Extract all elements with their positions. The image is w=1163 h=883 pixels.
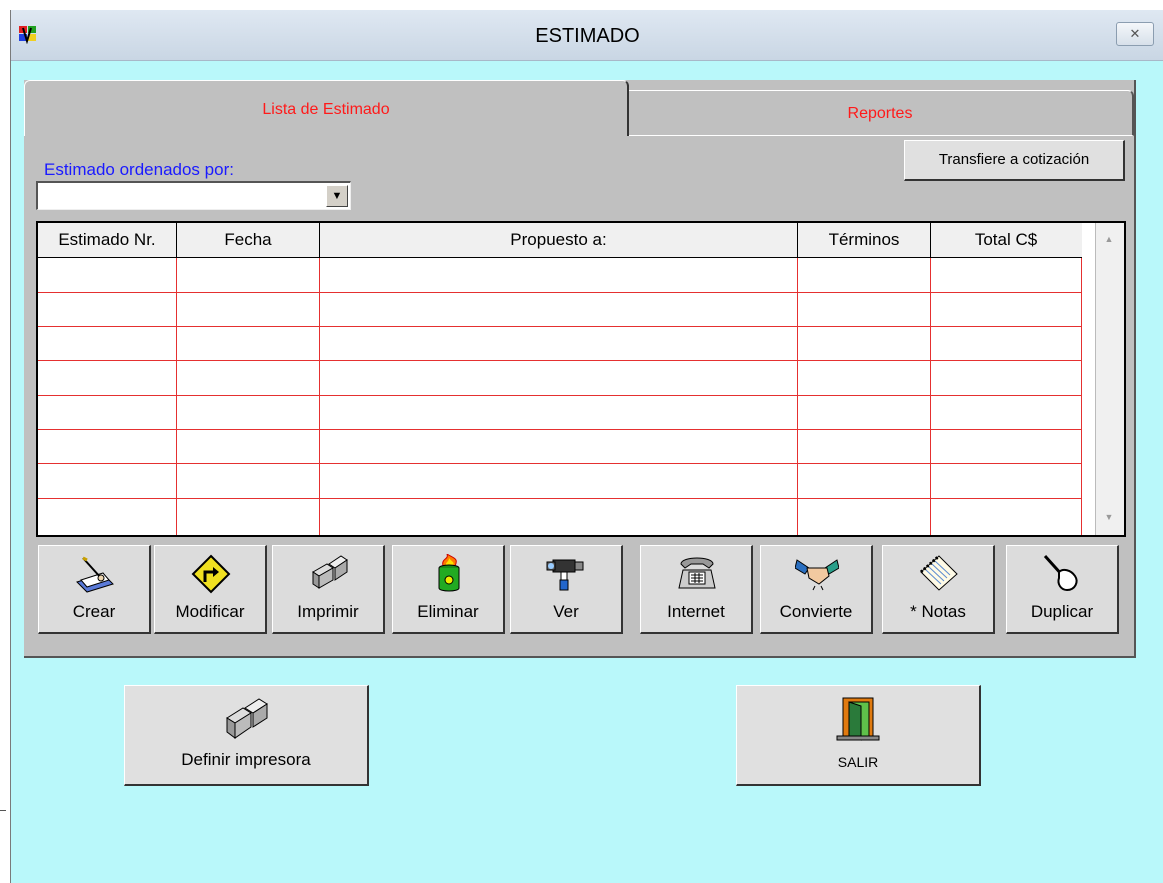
exit-door-icon — [836, 697, 880, 741]
tab-label: Reportes — [847, 105, 913, 122]
estimates-table[interactable]: Estimado Nr. Fecha Propuesto a: Términos… — [36, 221, 1126, 537]
button-label: Modificar — [175, 602, 245, 621]
notebook-icon — [920, 554, 958, 591]
scroll-down-icon[interactable]: ▼ — [1101, 509, 1117, 525]
table-row[interactable] — [38, 292, 1082, 293]
chevron-down-icon[interactable]: ▼ — [326, 185, 348, 207]
table-row[interactable] — [38, 395, 1082, 396]
button-label: Crear — [72, 602, 116, 621]
table-header: Estimado Nr. Fecha Propuesto a: Términos… — [38, 223, 1082, 258]
column-header-terminos[interactable]: Términos — [798, 223, 931, 257]
handshake-icon — [795, 559, 839, 591]
scroll-up-icon[interactable]: ▲ — [1101, 231, 1117, 247]
column-divider — [319, 258, 320, 535]
printer-icon — [226, 698, 268, 739]
telephone-icon — [678, 557, 716, 589]
table-row[interactable] — [38, 326, 1082, 327]
eliminar-button[interactable]: Eliminar — [392, 545, 505, 634]
order-by-select[interactable]: ▼ — [36, 181, 351, 210]
crear-button[interactable]: Crear — [38, 545, 151, 634]
button-label: Convierte — [779, 602, 853, 621]
duplicar-button[interactable]: Duplicar — [1006, 545, 1119, 634]
salir-button[interactable]: SALIR — [736, 685, 981, 786]
printer-icon — [312, 555, 348, 589]
window-title: ESTIMADO — [535, 25, 640, 47]
button-label: SALIR — [837, 754, 879, 770]
close-button[interactable]: ✕ — [1116, 22, 1154, 46]
table-row[interactable] — [38, 463, 1082, 464]
modificar-button[interactable]: Modificar — [154, 545, 267, 634]
imprimir-button[interactable]: Imprimir — [272, 545, 385, 634]
button-label: Eliminar — [417, 602, 479, 621]
title-bar: ESTIMADO ✕ — [11, 10, 1163, 61]
button-label: Ver — [553, 602, 579, 621]
button-label: Imprimir — [297, 602, 359, 621]
window-edge-mark — [0, 810, 6, 811]
ver-button[interactable]: Ver — [510, 545, 623, 634]
burning-barrel-icon — [438, 554, 460, 592]
table-row[interactable] — [38, 498, 1082, 499]
internet-button[interactable]: Internet — [640, 545, 753, 634]
notas-button[interactable]: * Notas — [882, 545, 995, 634]
button-label: Internet — [667, 602, 725, 621]
button-label: Definir impresora — [181, 750, 311, 769]
column-divider — [176, 258, 177, 535]
column-header-total[interactable]: Total C$ — [931, 223, 1081, 257]
column-header-estimado-nr[interactable]: Estimado Nr. — [38, 223, 177, 257]
hand-pointer-icon — [1043, 554, 1078, 592]
tab-reportes[interactable]: Reportes — [628, 90, 1134, 136]
camcorder-icon — [546, 559, 584, 591]
table-row[interactable] — [38, 429, 1082, 430]
button-label: * Notas — [910, 602, 966, 621]
turn-sign-icon — [191, 554, 231, 594]
column-header-propuesto-a[interactable]: Propuesto a: — [320, 223, 798, 257]
tab-label: Lista de Estimado — [262, 101, 390, 118]
transfer-to-quote-button[interactable]: Transfiere a cotización — [904, 140, 1125, 181]
column-divider — [930, 258, 931, 535]
button-label: Duplicar — [1030, 602, 1094, 621]
definir-impresora-button[interactable]: Definir impresora — [124, 685, 369, 786]
column-divider — [797, 258, 798, 535]
column-divider — [1081, 258, 1082, 535]
convierte-button[interactable]: Convierte — [760, 545, 873, 634]
pen-notepad-icon — [76, 556, 114, 593]
tab-lista-de-estimado[interactable]: Lista de Estimado — [24, 80, 629, 136]
column-header-fecha[interactable]: Fecha — [177, 223, 320, 257]
order-by-label: Estimado ordenados por: — [44, 160, 234, 179]
table-row[interactable] — [38, 360, 1082, 361]
vertical-scrollbar[interactable]: ▲ ▼ — [1095, 223, 1124, 535]
